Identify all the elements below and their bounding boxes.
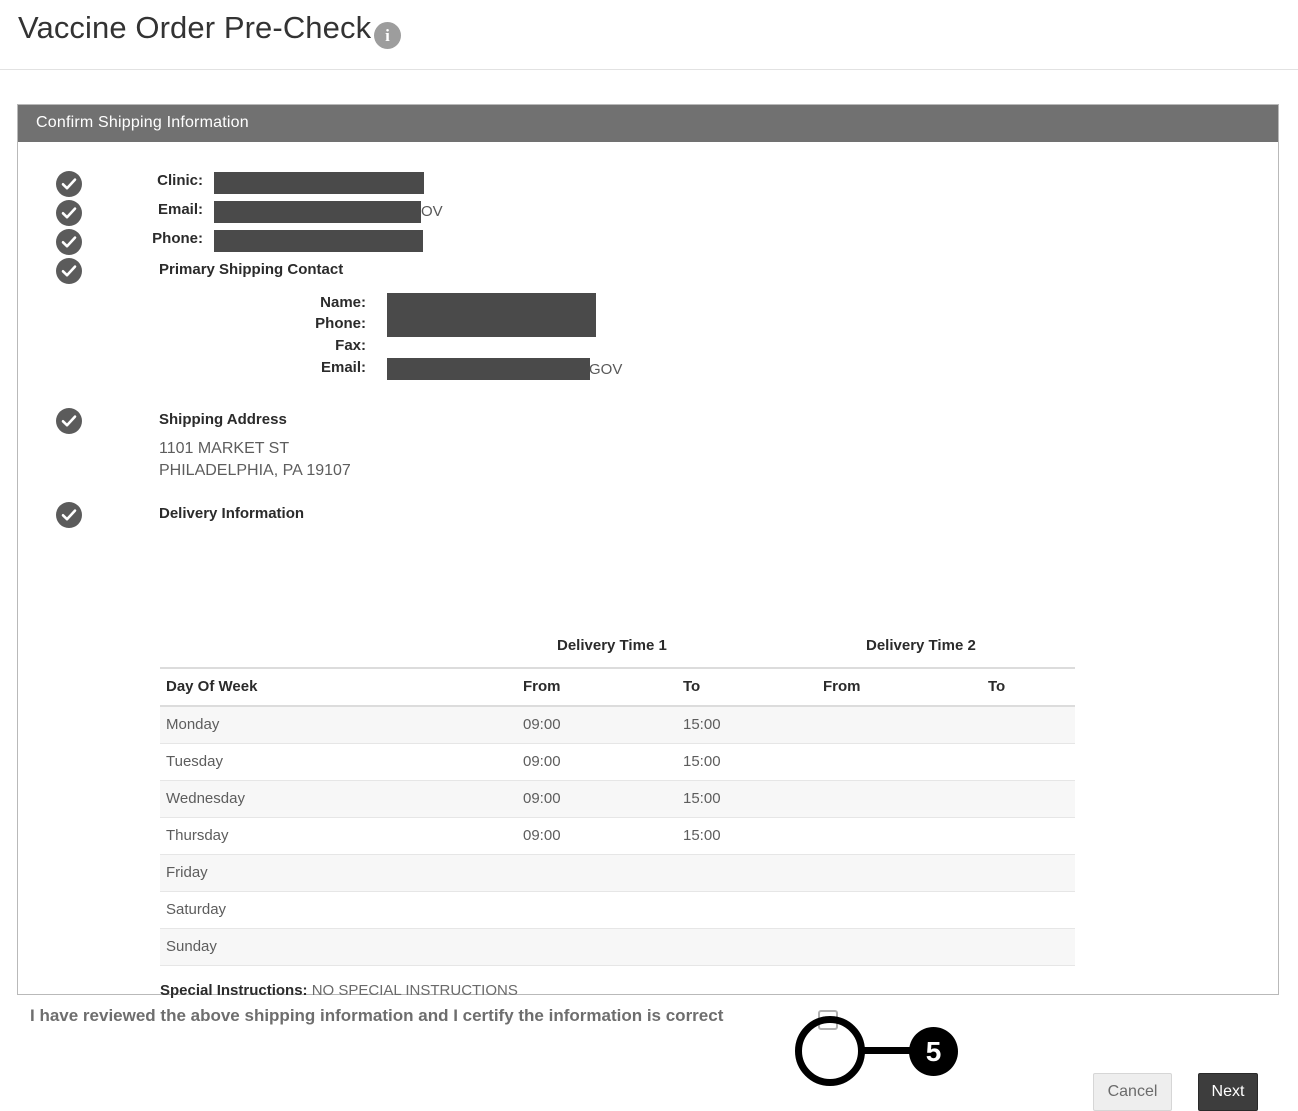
column-header-day-of-week: Day Of Week	[166, 678, 258, 695]
check-icon	[56, 258, 82, 284]
contact-email-row: Email:	[248, 359, 366, 381]
cell-from-1: 09:00	[523, 716, 561, 733]
table-group-header-row: Delivery Time 1 Delivery Time 2	[160, 637, 1075, 667]
check-icon	[56, 502, 82, 528]
clinic-label: Clinic:	[157, 172, 203, 189]
table-row: Thursday 09:00 15:00	[160, 818, 1075, 855]
phone-label: Phone:	[152, 230, 203, 247]
contact-email-redacted	[387, 358, 590, 380]
email-label: Email:	[157, 201, 203, 218]
contact-email-label: Email:	[320, 359, 366, 376]
annotation-highlight-circle	[795, 1016, 865, 1086]
card-header: Confirm Shipping Information	[18, 105, 1278, 142]
card-header-title: Confirm Shipping Information	[36, 114, 249, 131]
check-icon	[56, 171, 82, 197]
shipping-address-heading: Shipping Address	[159, 411, 287, 428]
check-icon	[56, 229, 82, 255]
table-row: Wednesday 09:00 15:00	[160, 781, 1075, 818]
contact-phone-label: Phone:	[315, 315, 366, 332]
cell-day: Thursday	[166, 827, 229, 844]
cell-to-1: 15:00	[683, 753, 721, 770]
cell-from-1: 09:00	[523, 753, 561, 770]
cell-to-1: 15:00	[683, 790, 721, 807]
column-header-to-2: To	[988, 678, 1006, 695]
contact-name-redacted	[387, 293, 596, 315]
email-field-row: Email:	[88, 201, 203, 223]
table-row: Saturday	[160, 892, 1075, 929]
cell-to-1: 15:00	[683, 716, 721, 733]
cell-from-1: 09:00	[523, 827, 561, 844]
contact-phone-redacted	[387, 315, 596, 337]
check-icon	[56, 200, 82, 226]
table-row: Monday 09:00 15:00	[160, 707, 1075, 744]
column-header-to-1: To	[683, 678, 701, 695]
contact-name-row: Name:	[248, 294, 366, 316]
info-icon[interactable]: i	[374, 22, 401, 49]
special-instructions-label: Special Instructions:	[160, 982, 308, 999]
annotation-step-badge: 5	[909, 1027, 958, 1076]
delivery-times-table: Delivery Time 1 Delivery Time 2 Day Of W…	[160, 637, 1075, 966]
cell-day: Monday	[166, 716, 220, 733]
page-header: Vaccine Order Pre-Check i	[0, 0, 1298, 70]
table-row: Friday	[160, 855, 1075, 892]
special-instructions-value: NO SPECIAL INSTRUCTIONS	[311, 982, 518, 999]
cell-day: Wednesday	[166, 790, 245, 807]
cancel-button[interactable]: Cancel	[1093, 1073, 1172, 1111]
check-icon	[56, 408, 82, 434]
certification-row: I have reviewed the above shipping infor…	[30, 1002, 1010, 1036]
column-header-from-1: From	[523, 678, 561, 695]
contact-email-trailing: GOV	[589, 361, 623, 378]
phone-value-redacted	[214, 230, 423, 252]
cell-from-1: 09:00	[523, 790, 561, 807]
confirm-shipping-card: Confirm Shipping Information Clinic: Ema…	[17, 104, 1279, 1111]
clinic-field-row: Clinic:	[88, 172, 203, 194]
card-body: Clinic: Email: OV Phone: Primary Shippin…	[18, 142, 1278, 1111]
page-title: Vaccine Order Pre-Check	[18, 10, 372, 45]
cell-day: Saturday	[166, 901, 227, 918]
shipping-address-line1: 1101 MARKET ST	[159, 440, 290, 457]
contact-fax-row: Fax:	[248, 337, 366, 359]
cell-to-1: 15:00	[683, 827, 721, 844]
table-header-row: Day Of Week From To From To	[160, 667, 1075, 707]
contact-fax-label: Fax:	[335, 337, 366, 354]
email-value-trailing: OV	[421, 203, 443, 220]
contact-phone-row: Phone:	[248, 315, 366, 337]
primary-shipping-contact-heading: Primary Shipping Contact	[159, 261, 344, 278]
certification-label: I have reviewed the above shipping infor…	[30, 1006, 724, 1025]
cell-day: Sunday	[166, 938, 217, 955]
table-row: Sunday	[160, 929, 1075, 966]
special-instructions: Special Instructions: NO SPECIAL INSTRUC…	[160, 982, 518, 999]
table-row: Tuesday 09:00 15:00	[160, 744, 1075, 781]
email-value-redacted	[214, 201, 421, 223]
group-header-delivery-time-1: Delivery Time 1	[557, 637, 667, 654]
cell-day: Friday	[166, 864, 208, 881]
cell-day: Tuesday	[166, 753, 223, 770]
group-header-delivery-time-2: Delivery Time 2	[866, 637, 976, 654]
column-header-from-2: From	[823, 678, 861, 695]
shipping-address-line2: PHILADELPHIA, PA 19107	[159, 462, 351, 479]
phone-field-row: Phone:	[88, 230, 203, 252]
contact-name-label: Name:	[320, 294, 366, 311]
clinic-value-redacted	[214, 172, 424, 194]
next-button[interactable]: Next	[1198, 1073, 1258, 1111]
delivery-information-heading: Delivery Information	[159, 505, 305, 522]
